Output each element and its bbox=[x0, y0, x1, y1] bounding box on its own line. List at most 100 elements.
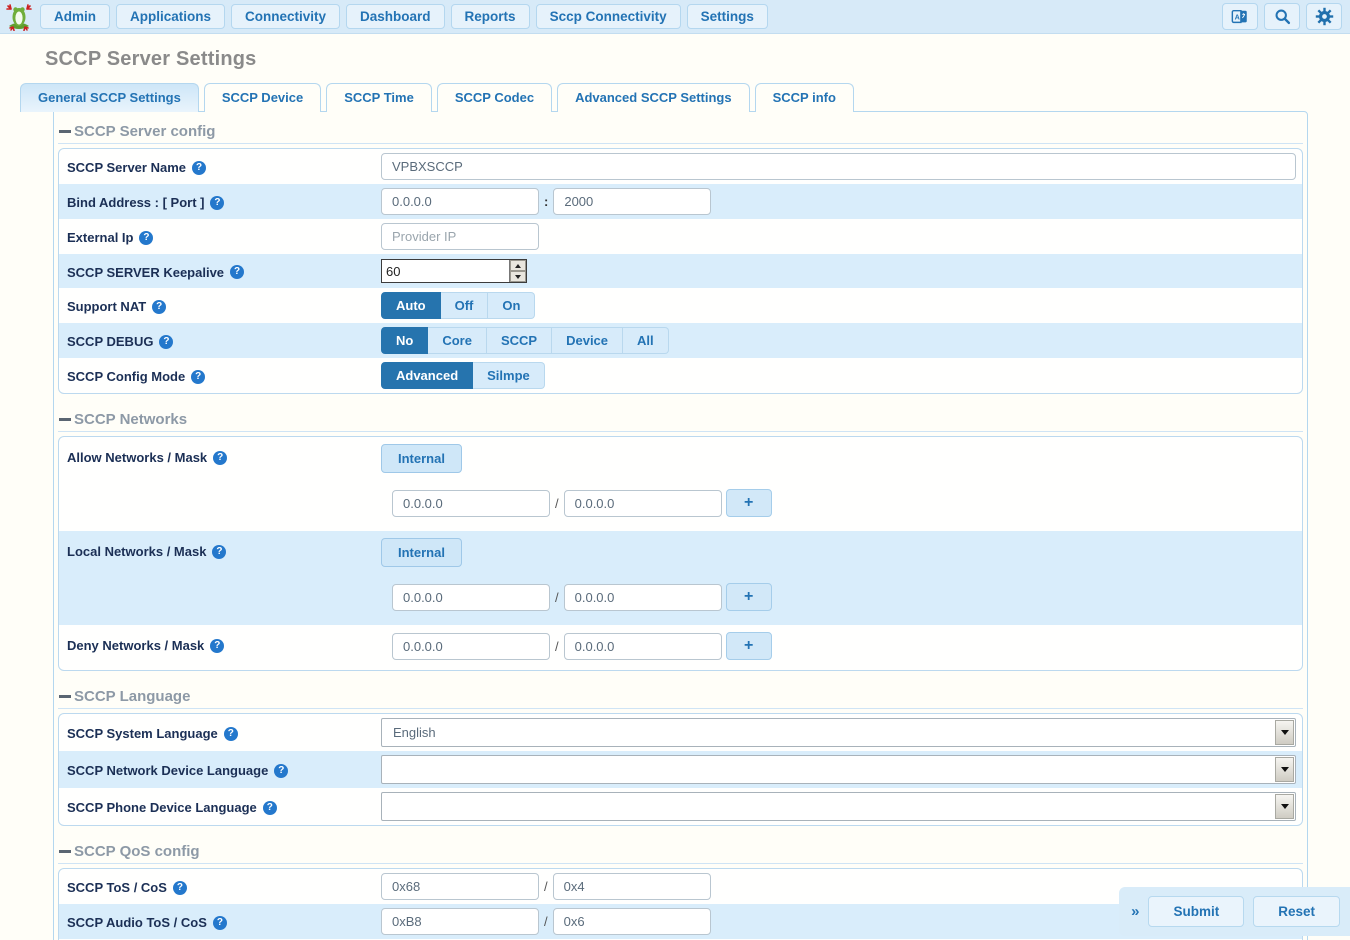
help-icon[interactable]: ? bbox=[263, 801, 277, 815]
mode-simple-button[interactable]: Silmpe bbox=[473, 362, 545, 389]
collapse-minus-icon[interactable] bbox=[59, 418, 71, 421]
label-text: SCCP SERVER Keepalive bbox=[67, 265, 224, 280]
footer-action-bar: » Submit Reset bbox=[1119, 887, 1350, 936]
label-text: SCCP Config Mode bbox=[67, 369, 185, 384]
spin-up-icon[interactable] bbox=[510, 260, 526, 271]
help-icon[interactable]: ? bbox=[139, 231, 153, 245]
help-icon[interactable]: ? bbox=[173, 881, 187, 895]
cos-input[interactable] bbox=[553, 873, 711, 900]
help-icon[interactable]: ? bbox=[192, 161, 206, 175]
bind-port-input[interactable] bbox=[553, 188, 711, 215]
collapse-minus-icon[interactable] bbox=[59, 850, 71, 853]
debug-sccp-button[interactable]: SCCP bbox=[487, 327, 552, 354]
logo-frog-icon[interactable] bbox=[4, 2, 34, 32]
chevron-down-icon[interactable] bbox=[1275, 720, 1294, 745]
phone-device-language-select[interactable] bbox=[381, 792, 1296, 821]
bind-address-input[interactable] bbox=[381, 188, 539, 215]
field-label: SCCP Config Mode ? bbox=[67, 367, 381, 384]
chevron-down-icon[interactable] bbox=[1275, 757, 1294, 782]
search-icon[interactable] bbox=[1264, 3, 1300, 30]
audio-tos-input[interactable] bbox=[381, 908, 539, 935]
tab-sccp-time[interactable]: SCCP Time bbox=[326, 83, 432, 112]
help-icon[interactable]: ? bbox=[191, 370, 205, 384]
tab-general-sccp-settings[interactable]: General SCCP Settings bbox=[20, 83, 199, 112]
panel-server-config: SCCP Server Name ? Bind Address : [ Port… bbox=[58, 148, 1303, 394]
allow-network-input[interactable] bbox=[392, 490, 550, 517]
section-title: SCCP Networks bbox=[74, 411, 187, 428]
nav-item-sccp-connectivity[interactable]: Sccp Connectivity bbox=[536, 4, 681, 29]
help-icon[interactable]: ? bbox=[213, 916, 227, 930]
keepalive-stepper[interactable] bbox=[381, 259, 527, 283]
submit-button[interactable]: Submit bbox=[1148, 896, 1244, 927]
label-text: Support NAT bbox=[67, 299, 146, 314]
server-name-input[interactable] bbox=[381, 153, 1296, 180]
nat-off-button[interactable]: Off bbox=[441, 292, 489, 319]
help-icon[interactable]: ? bbox=[274, 764, 288, 778]
nat-auto-button[interactable]: Auto bbox=[381, 292, 441, 319]
reset-button[interactable]: Reset bbox=[1253, 896, 1340, 927]
settings-tabs: General SCCP Settings SCCP Device SCCP T… bbox=[20, 83, 1350, 112]
spin-down-icon[interactable] bbox=[510, 271, 526, 282]
collapse-minus-icon[interactable] bbox=[59, 130, 71, 133]
local-internal-button[interactable]: Internal bbox=[381, 538, 462, 567]
local-network-input[interactable] bbox=[392, 584, 550, 611]
nat-on-button[interactable]: On bbox=[488, 292, 535, 319]
debug-core-button[interactable]: Core bbox=[428, 327, 487, 354]
help-icon[interactable]: ? bbox=[224, 727, 238, 741]
tab-advanced-sccp-settings[interactable]: Advanced SCCP Settings bbox=[557, 83, 750, 112]
field-control bbox=[381, 153, 1296, 180]
language-icon[interactable]: A bbox=[1222, 3, 1258, 30]
deny-mask-input[interactable] bbox=[564, 633, 722, 660]
network-device-language-select[interactable] bbox=[381, 755, 1296, 784]
panel-networks: Allow Networks / Mask ? Internal / + Loc… bbox=[58, 436, 1303, 671]
field-label: SCCP DEBUG ? bbox=[67, 332, 381, 349]
nav-item-settings[interactable]: Settings bbox=[687, 4, 768, 29]
deny-network-inputs: / + bbox=[392, 632, 772, 660]
help-icon[interactable]: ? bbox=[152, 300, 166, 314]
help-icon[interactable]: ? bbox=[159, 335, 173, 349]
help-icon[interactable]: ? bbox=[213, 451, 227, 465]
nav-item-admin[interactable]: Admin bbox=[40, 4, 110, 29]
allow-mask-input[interactable] bbox=[564, 490, 722, 517]
allow-add-button[interactable]: + bbox=[726, 489, 772, 517]
tos-input[interactable] bbox=[381, 873, 539, 900]
section-header-language: SCCP Language bbox=[58, 679, 1303, 709]
chevron-down-icon[interactable] bbox=[1275, 794, 1294, 819]
collapse-chevrons-icon[interactable]: » bbox=[1131, 903, 1139, 920]
tab-sccp-device[interactable]: SCCP Device bbox=[204, 83, 321, 112]
system-language-select[interactable]: English bbox=[381, 718, 1296, 747]
deny-add-button[interactable]: + bbox=[726, 632, 772, 660]
gear-icon[interactable] bbox=[1306, 3, 1342, 30]
audio-cos-input[interactable] bbox=[553, 908, 711, 935]
collapse-minus-icon[interactable] bbox=[59, 695, 71, 698]
nav-item-reports[interactable]: Reports bbox=[451, 4, 530, 29]
help-icon[interactable]: ? bbox=[212, 545, 226, 559]
help-icon[interactable]: ? bbox=[210, 196, 224, 210]
keepalive-input[interactable] bbox=[382, 260, 509, 282]
nav-item-applications[interactable]: Applications bbox=[116, 4, 225, 29]
local-mask-input[interactable] bbox=[564, 584, 722, 611]
external-ip-input[interactable] bbox=[381, 223, 539, 250]
row-sccp-debug: SCCP DEBUG ? No Core SCCP Device All bbox=[59, 323, 1302, 358]
help-icon[interactable]: ? bbox=[230, 265, 244, 279]
section-title: SCCP Server config bbox=[74, 123, 215, 140]
tab-sccp-info[interactable]: SCCP info bbox=[755, 83, 854, 112]
section-header-server-config: SCCP Server config bbox=[58, 114, 1303, 144]
deny-network-input[interactable] bbox=[392, 633, 550, 660]
local-network-inputs: / + bbox=[392, 583, 772, 611]
debug-no-button[interactable]: No bbox=[381, 327, 428, 354]
label-text: SCCP Server Name bbox=[67, 160, 186, 175]
tab-sccp-codec[interactable]: SCCP Codec bbox=[437, 83, 552, 112]
debug-device-button[interactable]: Device bbox=[552, 327, 623, 354]
panel-qos: SCCP ToS / CoS ? / SCCP Audio ToS / CoS … bbox=[58, 868, 1303, 940]
allow-internal-button[interactable]: Internal bbox=[381, 444, 462, 473]
mode-advanced-button[interactable]: Advanced bbox=[381, 362, 473, 389]
nav-item-dashboard[interactable]: Dashboard bbox=[346, 4, 445, 29]
local-add-button[interactable]: + bbox=[726, 583, 772, 611]
help-icon[interactable]: ? bbox=[210, 639, 224, 653]
label-text: SCCP System Language bbox=[67, 726, 218, 741]
nav-item-connectivity[interactable]: Connectivity bbox=[231, 4, 340, 29]
label-text: SCCP ToS / CoS bbox=[67, 880, 167, 895]
row-deny-networks: Deny Networks / Mask ? / + bbox=[59, 625, 1302, 670]
debug-all-button[interactable]: All bbox=[623, 327, 669, 354]
